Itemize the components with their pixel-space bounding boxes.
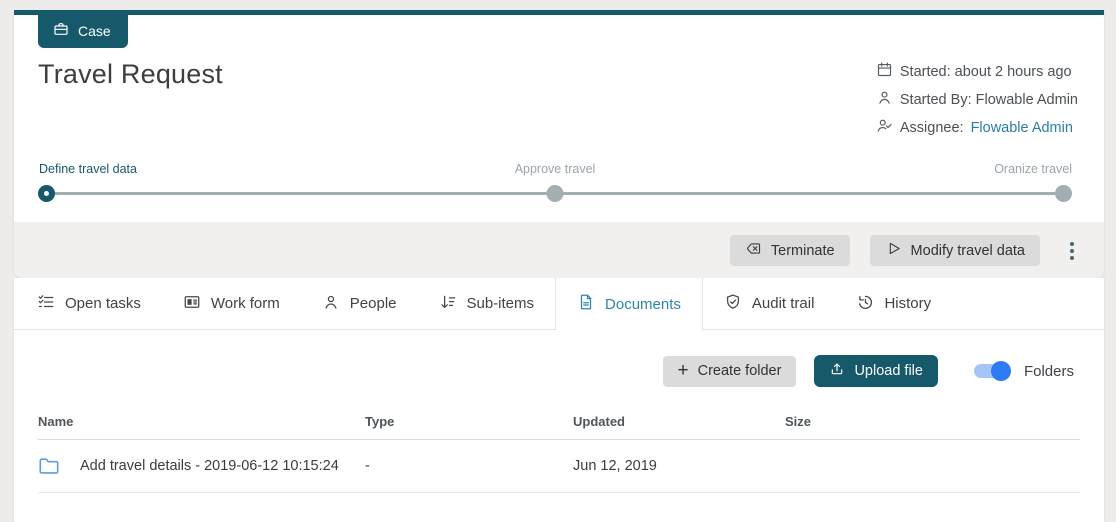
column-header-type: Type xyxy=(365,414,573,429)
person-icon xyxy=(876,89,893,110)
column-header-size: Size xyxy=(785,414,1080,429)
milestone-dot-define[interactable] xyxy=(38,185,55,202)
tab-sub-items-label: Sub-items xyxy=(467,295,535,312)
upload-icon xyxy=(829,361,845,381)
tab-open-tasks[interactable]: Open tasks xyxy=(16,278,162,329)
folders-toggle-label: Folders xyxy=(1024,363,1074,380)
checklist-icon xyxy=(37,293,55,315)
modify-travel-data-label: Modify travel data xyxy=(911,243,1025,259)
case-type-badge: Case xyxy=(38,15,128,48)
tab-documents-label: Documents xyxy=(605,296,681,313)
shield-check-icon xyxy=(724,293,742,315)
case-page: Case Travel Request Started: about 2 hou… xyxy=(0,0,1116,522)
milestone-dot-organize[interactable] xyxy=(1055,185,1072,202)
person-check-icon xyxy=(876,117,893,138)
stage-progress: Define travel data Approve travel Oraniz… xyxy=(14,138,1104,202)
brand-bar xyxy=(14,10,1104,15)
more-actions-kebab-icon[interactable] xyxy=(1062,238,1082,264)
documents-table: Name Type Updated Size Add travel detail… xyxy=(38,414,1080,493)
tab-audit-trail[interactable]: Audit trail xyxy=(703,278,836,329)
milestone-label-define: Define travel data xyxy=(39,162,137,176)
meta-started-by-text: Started By: Flowable Admin xyxy=(900,92,1078,108)
history-icon xyxy=(856,293,874,315)
milestone-dot-approve[interactable] xyxy=(547,185,564,202)
upload-file-button[interactable]: Upload file xyxy=(814,355,938,387)
folder-icon xyxy=(38,456,60,476)
backspace-icon xyxy=(745,240,762,261)
tab-open-tasks-label: Open tasks xyxy=(65,295,141,312)
tab-bar: Open tasks Work form xyxy=(14,278,1104,330)
form-icon xyxy=(183,293,201,315)
column-header-name: Name xyxy=(38,414,365,429)
tab-people-label: People xyxy=(350,295,397,312)
play-icon xyxy=(885,240,902,261)
tab-work-form[interactable]: Work form xyxy=(162,278,301,329)
documents-table-header: Name Type Updated Size xyxy=(38,414,1080,440)
case-header-card: Case Travel Request Started: about 2 hou… xyxy=(14,10,1104,279)
document-icon xyxy=(577,293,595,315)
create-folder-label: Create folder xyxy=(698,363,782,379)
document-name: Add travel details - 2019-06-12 10:15:24 xyxy=(80,458,339,474)
meta-started-by: Started By: Flowable Admin xyxy=(876,89,1078,110)
terminate-button[interactable]: Terminate xyxy=(730,235,850,266)
folders-toggle[interactable] xyxy=(974,364,1009,378)
case-badge-label: Case xyxy=(78,23,111,39)
assignee-link[interactable]: Flowable Admin xyxy=(971,120,1073,136)
milestone-label-organize: Oranize travel xyxy=(994,162,1072,176)
create-folder-button[interactable]: + Create folder xyxy=(663,356,797,387)
plus-icon: + xyxy=(678,361,689,380)
sort-icon xyxy=(439,293,457,315)
meta-started: Started: about 2 hours ago xyxy=(876,61,1078,82)
tab-work-form-label: Work form xyxy=(211,295,280,312)
tab-sub-items[interactable]: Sub-items xyxy=(418,278,556,329)
tab-documents[interactable]: Documents xyxy=(555,278,703,330)
page-title: Travel Request xyxy=(38,59,223,90)
case-tabs-card: Open tasks Work form xyxy=(14,278,1104,522)
briefcase-icon xyxy=(53,21,69,40)
terminate-label: Terminate xyxy=(771,243,835,259)
person-icon xyxy=(322,293,340,315)
case-meta: Started: about 2 hours ago Started By: F… xyxy=(876,59,1078,138)
tab-audit-trail-label: Audit trail xyxy=(752,295,815,312)
meta-started-text: Started: about 2 hours ago xyxy=(900,64,1072,80)
document-updated: Jun 12, 2019 xyxy=(573,458,785,474)
milestone-label-approve: Approve travel xyxy=(515,162,596,176)
case-action-toolbar: Terminate Modify travel data xyxy=(14,222,1104,279)
calendar-icon xyxy=(876,61,893,82)
document-type: - xyxy=(365,458,573,474)
tab-history-label: History xyxy=(884,295,931,312)
meta-assignee-label: Assignee: xyxy=(900,120,964,136)
column-header-updated: Updated xyxy=(573,414,785,429)
modify-travel-data-button[interactable]: Modify travel data xyxy=(870,235,1040,266)
upload-file-label: Upload file xyxy=(854,363,923,379)
documents-actions-row: + Create folder Upload file Folders xyxy=(14,330,1104,410)
tab-history[interactable]: History xyxy=(835,278,952,329)
meta-assignee: Assignee: Flowable Admin xyxy=(876,117,1078,138)
tab-people[interactable]: People xyxy=(301,278,418,329)
table-row[interactable]: Add travel details - 2019-06-12 10:15:24… xyxy=(38,440,1080,493)
